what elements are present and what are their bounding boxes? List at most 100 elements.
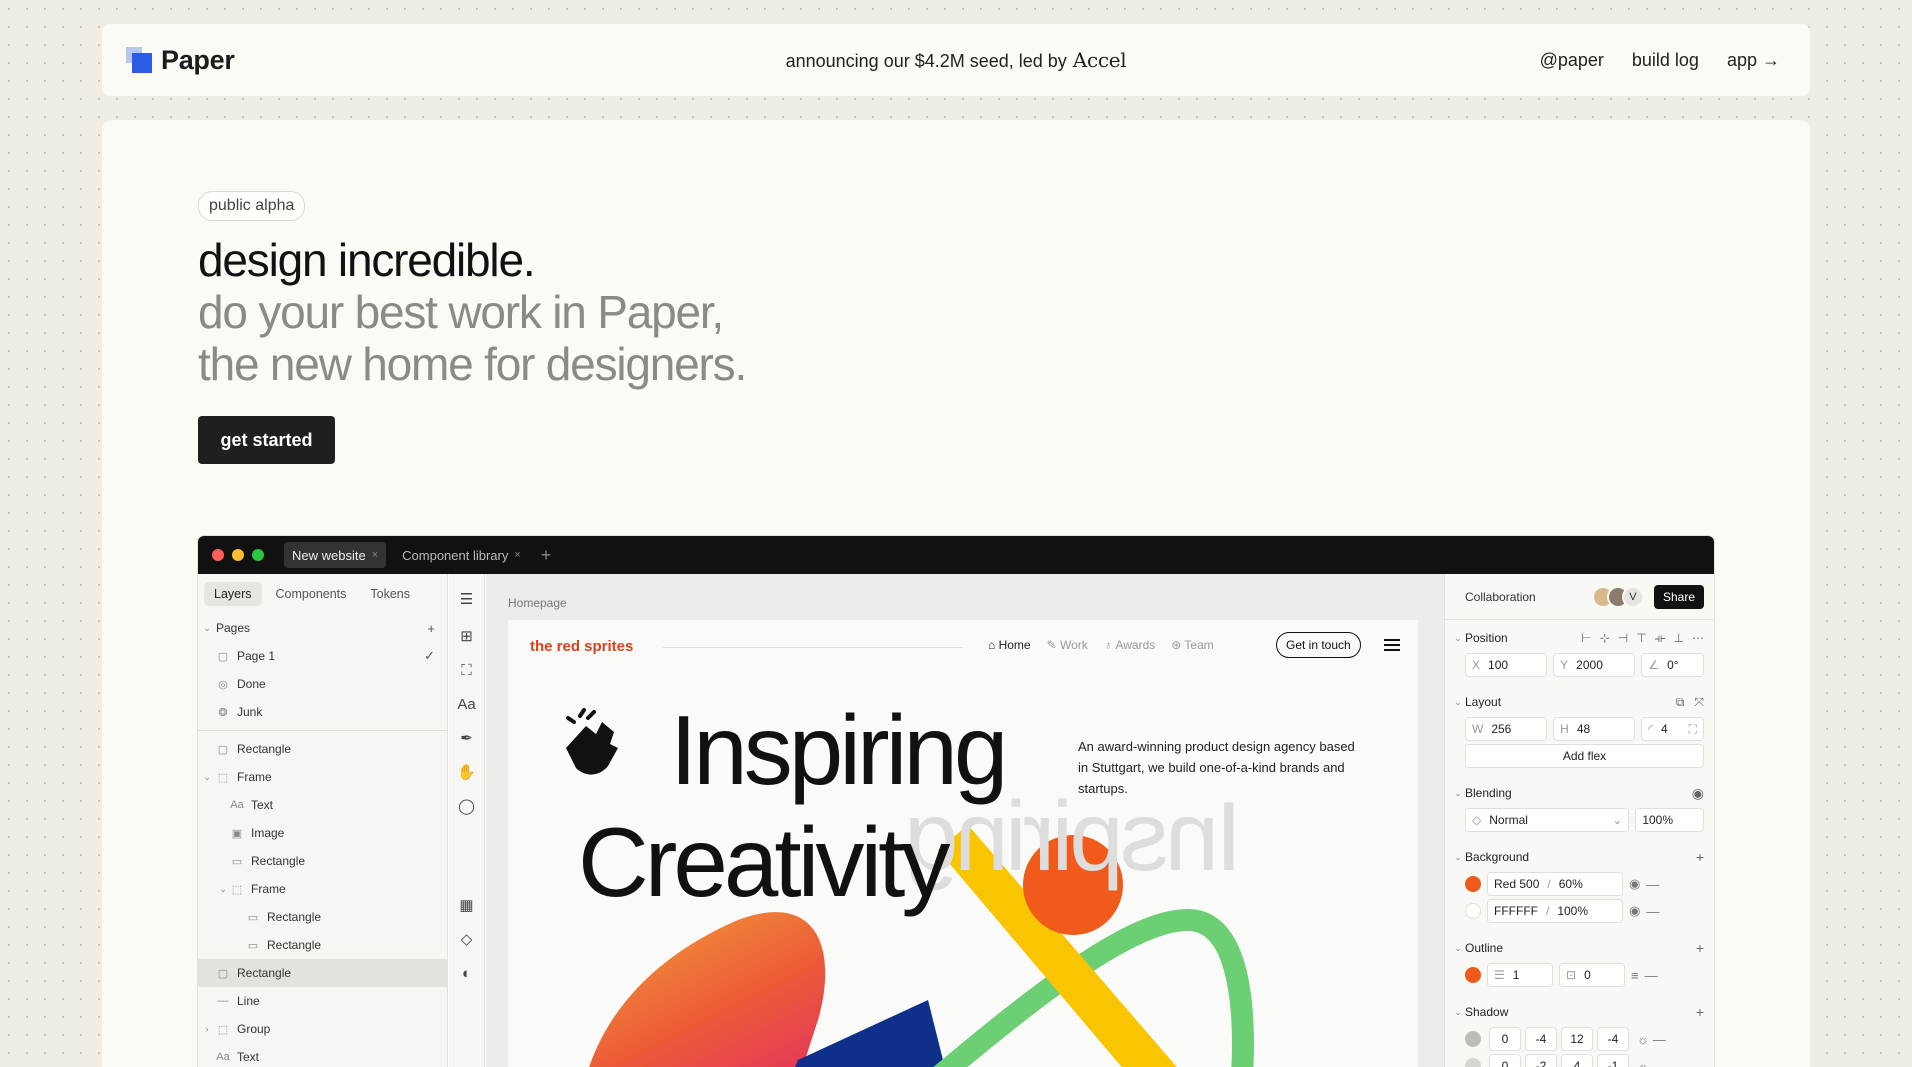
nav-link-build-log[interactable]: build log — [1632, 50, 1699, 71]
add-frame-icon[interactable]: ⊞ — [455, 624, 479, 648]
shadow-blur-field[interactable]: 4 — [1561, 1054, 1593, 1067]
layer-item[interactable]: ▭ Rectangle — [198, 847, 447, 875]
fill-swatch[interactable] — [1465, 876, 1481, 892]
outline-width-field[interactable]: ☰ 1 — [1487, 963, 1553, 987]
align-right-icon[interactable]: ⊣ — [1618, 631, 1628, 646]
layer-item[interactable]: ▢ Rectangle — [198, 735, 447, 763]
nav-link-twitter[interactable]: @paper — [1540, 50, 1604, 71]
width-field[interactable]: W 256 — [1465, 717, 1548, 741]
chevron-down-icon[interactable]: ⌄ — [202, 623, 212, 634]
layer-item[interactable]: ▣ Image — [198, 819, 447, 847]
layer-item[interactable]: ⌄ ⬚ Frame — [198, 875, 447, 903]
pages-header[interactable]: ⌄ Pages + — [198, 614, 447, 642]
page-item[interactable]: ❂ Junk — [198, 698, 447, 726]
shadow-blur-field[interactable]: 12 — [1561, 1027, 1593, 1051]
close-tab-icon[interactable]: × — [514, 549, 520, 561]
remove-shadow-icon[interactable]: — — [1653, 1032, 1666, 1047]
chevron-down-icon[interactable]: ⌄ — [1451, 943, 1465, 954]
add-page-icon[interactable]: + — [427, 621, 435, 636]
shadow-spread-field[interactable]: -1 — [1597, 1054, 1629, 1067]
nav-link-app[interactable]: app → — [1727, 50, 1780, 71]
remove-shadow-icon[interactable]: — — [1653, 1059, 1666, 1067]
stroke-style-icon[interactable]: ≡ — [1631, 968, 1639, 983]
rotation-field[interactable]: ∠ 0° — [1641, 653, 1704, 677]
align-left-icon[interactable]: ⊢ — [1581, 631, 1591, 646]
shadow-spread-field[interactable]: -4 — [1597, 1027, 1629, 1051]
outline-offset-field[interactable]: ⊡ 0 — [1559, 963, 1625, 987]
add-shadow-icon[interactable]: + — [1696, 1004, 1704, 1020]
component-diamond-icon[interactable]: ◇ — [455, 927, 479, 951]
layer-item[interactable]: ▭ Rectangle — [198, 903, 447, 931]
remove-fill-icon[interactable]: — — [1646, 904, 1659, 919]
fill-value-field[interactable]: FFFFFF/100% — [1487, 899, 1623, 923]
chevron-right-icon[interactable]: › — [202, 1024, 212, 1034]
height-field[interactable]: H 48 — [1553, 717, 1636, 741]
announcement-link[interactable]: announcing our $4.2M seed, led by Accel — [786, 48, 1127, 72]
shadow-x-field[interactable]: 0 — [1489, 1027, 1521, 1051]
align-middle-icon[interactable]: ⟛ — [1655, 631, 1666, 646]
components-grid-icon[interactable]: ▦ — [455, 893, 479, 917]
collaborator-avatars[interactable]: V — [1591, 585, 1644, 608]
corner-radius-field[interactable]: ◜ 4 ⛶ — [1641, 717, 1704, 741]
layer-item[interactable]: Aa Text — [198, 791, 447, 819]
blend-mode-select[interactable]: ◇ Normal ⌄ — [1465, 808, 1630, 832]
shadow-y-field[interactable]: -2 — [1525, 1054, 1557, 1067]
text-tool-icon[interactable]: Aa — [455, 692, 479, 716]
chevron-down-icon[interactable]: ⌄ — [202, 772, 212, 783]
theme-toggle-icon[interactable]: ◐ — [455, 961, 479, 985]
tab-tokens[interactable]: Tokens — [360, 582, 420, 606]
layer-item-selected[interactable]: ▢ Rectangle — [198, 959, 447, 987]
get-started-button[interactable]: get started — [198, 416, 335, 464]
resize-icon[interactable]: ⤧ — [1694, 695, 1704, 710]
comment-tool-icon[interactable]: ◯ — [455, 794, 479, 818]
fill-swatch[interactable] — [1465, 903, 1481, 919]
tab-new-website[interactable]: New website × — [284, 542, 387, 568]
layer-item[interactable]: — Line — [198, 987, 447, 1015]
remove-fill-icon[interactable]: — — [1646, 877, 1659, 892]
add-outline-icon[interactable]: + — [1696, 940, 1704, 956]
layer-item[interactable]: › ⬚ Group — [198, 1015, 447, 1043]
clip-content-icon[interactable]: ⧉ — [1676, 695, 1685, 710]
layer-item[interactable]: ⌄ ⬚ Frame — [198, 763, 447, 791]
close-window-icon[interactable] — [212, 549, 224, 561]
shadow-swatch[interactable] — [1465, 1031, 1481, 1047]
x-field[interactable]: X 100 — [1465, 653, 1548, 677]
tab-layers[interactable]: Layers — [204, 582, 262, 606]
align-top-icon[interactable]: ⊤ — [1636, 631, 1646, 646]
sun-icon[interactable]: ☼ — [1637, 1032, 1649, 1047]
chevron-down-icon[interactable]: ⌄ — [1451, 788, 1465, 799]
shadow-x-field[interactable]: 0 — [1489, 1054, 1521, 1067]
pen-tool-icon[interactable]: ✒ — [455, 726, 479, 750]
frame-tool-icon[interactable]: ⛶ — [455, 658, 479, 682]
menu-icon[interactable]: ☰ — [455, 587, 479, 611]
align-center-h-icon[interactable]: ⊹ — [1600, 631, 1610, 646]
shadow-swatch[interactable] — [1465, 1058, 1481, 1067]
add-fill-icon[interactable]: + — [1696, 849, 1704, 865]
eye-icon[interactable]: ◉ — [1629, 903, 1640, 919]
close-tab-icon[interactable]: × — [372, 549, 378, 561]
layer-item[interactable]: ▭ Rectangle — [198, 931, 447, 959]
align-bottom-icon[interactable]: ⊥ — [1674, 631, 1684, 646]
share-button[interactable]: Share — [1653, 584, 1704, 609]
layer-item[interactable]: Aa Text — [198, 1043, 447, 1067]
shadow-y-field[interactable]: -4 — [1525, 1027, 1557, 1051]
eye-icon[interactable]: ◉ — [1629, 876, 1640, 892]
chevron-down-icon[interactable]: ⌄ — [1451, 852, 1465, 863]
eye-icon[interactable]: ◉ — [1692, 785, 1704, 802]
tab-component-library[interactable]: Component library × — [394, 542, 529, 568]
minimize-window-icon[interactable] — [232, 549, 244, 561]
page-item[interactable]: ▢ Page 1 ✓ — [198, 642, 447, 670]
opacity-field[interactable]: 100% — [1635, 808, 1704, 832]
outline-swatch[interactable] — [1465, 967, 1481, 983]
maximize-window-icon[interactable] — [252, 549, 264, 561]
brand-logo[interactable]: Paper — [126, 45, 235, 76]
y-field[interactable]: Y 2000 — [1553, 653, 1636, 677]
artboard-homepage[interactable]: the red sprites ⌂ Home ✎ Work ♁ Awards ⊛… — [508, 620, 1418, 1067]
chevron-down-icon[interactable]: ⌄ — [1451, 633, 1465, 644]
chevron-down-icon[interactable]: ⌄ — [1451, 697, 1465, 708]
avatar[interactable]: V — [1621, 585, 1644, 608]
hand-tool-icon[interactable]: ✋ — [455, 760, 479, 784]
tab-components[interactable]: Components — [266, 582, 357, 606]
canvas[interactable]: Homepage the red sprites ⌂ Home ✎ Work ♁… — [486, 574, 1444, 1067]
chevron-down-icon[interactable]: ⌄ — [218, 884, 228, 895]
